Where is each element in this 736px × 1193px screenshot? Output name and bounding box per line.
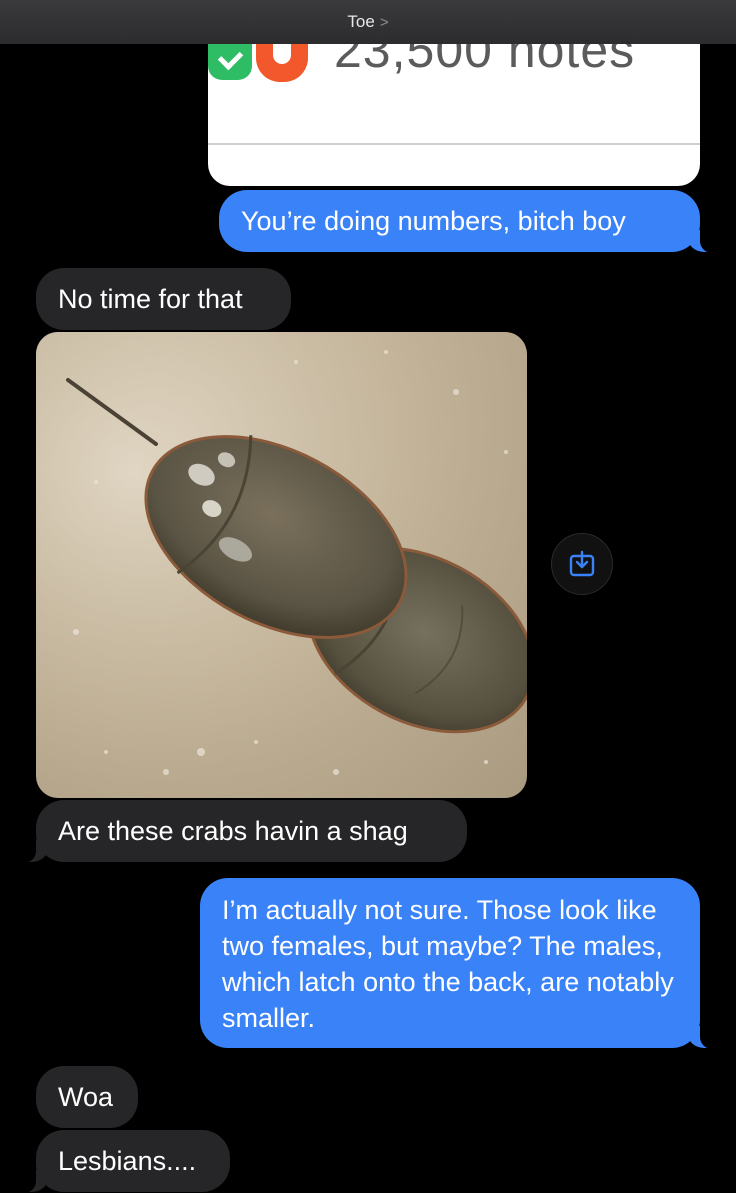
contact-name: Toe bbox=[347, 12, 375, 31]
horseshoe-crabs-photo bbox=[36, 332, 527, 798]
message-bubble-incoming[interactable]: Woa bbox=[36, 1066, 138, 1128]
message-bubble-outgoing[interactable]: You’re doing numbers, bitch boy bbox=[219, 190, 718, 253]
conversation-header: Toe > bbox=[0, 0, 736, 44]
save-to-photos-icon bbox=[569, 550, 595, 577]
message-bubble-incoming[interactable]: No time for that bbox=[36, 268, 291, 330]
message-bubble-outgoing[interactable]: I’m actually not sure. Those look like t… bbox=[200, 878, 718, 1049]
card-divider bbox=[208, 143, 700, 145]
message-bubble-incoming[interactable]: Are these crabs havin a shag bbox=[18, 800, 467, 863]
reblog-check-icon bbox=[208, 40, 252, 80]
message-text: I’m actually not sure. Those look like t… bbox=[222, 895, 674, 1033]
message-bubble-incoming[interactable]: Lesbians.... bbox=[18, 1130, 230, 1193]
heart-icon bbox=[256, 42, 308, 82]
message-text: Woa bbox=[58, 1082, 114, 1112]
message-text: Lesbians.... bbox=[58, 1146, 197, 1176]
message-text: No time for that bbox=[58, 284, 243, 314]
image-message[interactable] bbox=[36, 332, 527, 798]
message-text: Are these crabs havin a shag bbox=[58, 816, 408, 846]
message-text: You’re doing numbers, bitch boy bbox=[241, 206, 626, 236]
save-image-button[interactable] bbox=[551, 533, 613, 595]
contact-name-button[interactable]: Toe > bbox=[347, 12, 388, 32]
chevron-right-icon: > bbox=[379, 13, 389, 31]
